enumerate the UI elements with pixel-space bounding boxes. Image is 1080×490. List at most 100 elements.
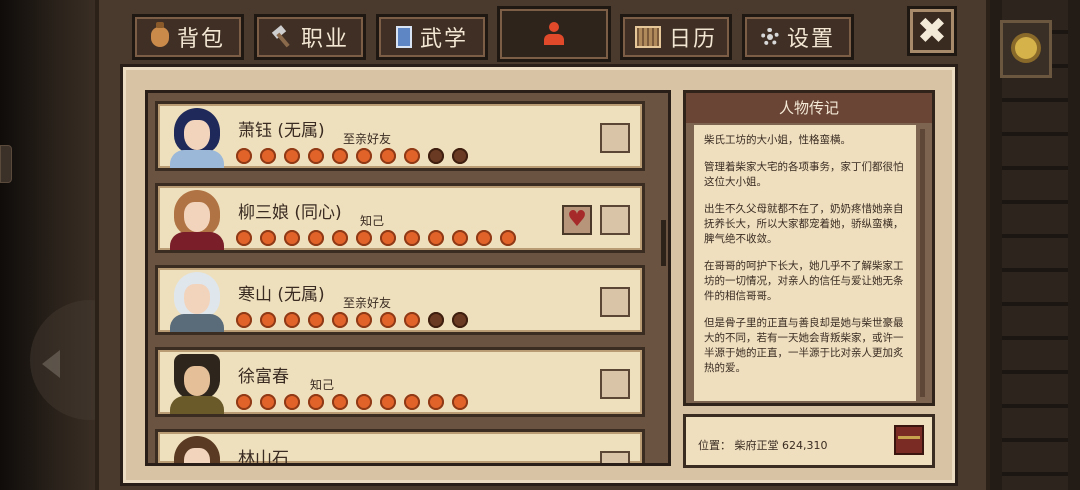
affection-dot-filled xyxy=(284,230,300,246)
affection-dots xyxy=(236,312,468,328)
affection-dot-filled xyxy=(308,312,324,328)
bag-icon xyxy=(150,22,169,47)
bio-scrollbar[interactable] xyxy=(920,129,925,397)
bio-paragraph: 出生不久父母就都不在了，奶奶疼惜她亲自抚养长大，所以大家都宠着她，骄纵蛮横，脾气… xyxy=(704,203,904,245)
affection-dot-empty xyxy=(428,148,444,164)
close-icon: ✖ xyxy=(916,10,948,52)
select-checkbox[interactable] xyxy=(600,369,630,399)
affection-dots xyxy=(236,230,516,246)
tab-bag[interactable]: 背包 xyxy=(132,14,244,60)
affection-dot-filled xyxy=(356,230,372,246)
select-checkbox[interactable] xyxy=(600,205,630,235)
character-name: 林山石 xyxy=(238,449,289,463)
avatar xyxy=(164,104,230,168)
avatar xyxy=(164,432,230,463)
heart-icon: ♥ xyxy=(567,207,587,232)
affection-dot-filled xyxy=(260,312,276,328)
affection-dot-filled xyxy=(308,230,324,246)
select-checkbox[interactable] xyxy=(600,287,630,317)
tab-martial-arts[interactable]: 武学 xyxy=(376,14,488,60)
left-arrow-icon[interactable] xyxy=(42,350,60,378)
relation-label: 至亲好友 xyxy=(343,132,392,146)
tab-label: 设置 xyxy=(786,27,835,52)
affection-dot-filled xyxy=(308,148,324,164)
avatar xyxy=(164,268,230,332)
affection-dot-filled xyxy=(284,394,300,410)
affection-dot-filled xyxy=(332,394,348,410)
affection-dot-filled xyxy=(260,148,276,164)
list-scrollbar[interactable] xyxy=(658,96,668,460)
affection-dot-filled xyxy=(236,230,252,246)
affection-dot-filled xyxy=(452,230,468,246)
affection-dot-filled xyxy=(236,148,252,164)
affection-dot-filled xyxy=(380,394,396,410)
affection-dot-filled xyxy=(404,394,420,410)
person-icon xyxy=(543,22,565,46)
affection-dot-filled xyxy=(428,394,444,410)
affection-dot-filled xyxy=(404,148,420,164)
tab-settings[interactable]: 设置 xyxy=(742,14,854,60)
tab-label: 武学 xyxy=(419,27,468,52)
affection-dot-filled xyxy=(260,394,276,410)
tab-calendar[interactable]: 日历 xyxy=(620,14,732,60)
affection-dots xyxy=(236,148,468,164)
affection-dot-filled xyxy=(332,230,348,246)
affection-dot-filled xyxy=(476,230,492,246)
avatar xyxy=(164,186,230,250)
affection-dot-filled xyxy=(380,230,396,246)
affection-dot-filled xyxy=(428,230,444,246)
affection-dot-filled xyxy=(380,312,396,328)
location-panel: 位置： 柴府正堂 624,310 xyxy=(683,414,935,468)
side-drawer-handle[interactable] xyxy=(0,145,12,183)
bio-paragraph: 管理着柴家大宅的各项事务，家丁们都很怕这位大小姐。 xyxy=(704,161,904,188)
character-name: 萧钰 (无属) xyxy=(238,121,325,141)
select-checkbox[interactable] xyxy=(600,451,630,463)
character-card[interactable]: 寒山 (无属) 至亲好友 xyxy=(155,265,645,335)
character-card[interactable]: 柳三娘 (同心) 知己 ♥ xyxy=(155,183,645,253)
select-checkbox[interactable] xyxy=(600,123,630,153)
affection-dot-filled xyxy=(236,312,252,328)
chest-icon[interactable] xyxy=(894,425,924,455)
relation-label: 至亲好友 xyxy=(343,296,392,310)
location-text: 位置： 柴府正堂 624,310 xyxy=(698,439,828,452)
hammer-icon xyxy=(271,26,293,48)
bio-paragraph: 在哥哥的呵护下长大，她几乎不了解柴家工坊的一切情况，对亲人的信任与爱让她无条件的… xyxy=(704,260,904,302)
biography-text[interactable]: 柴氏工坊的大小姐，性格蛮横。 管理着柴家大宅的各项事务，家丁们都很怕这位大小姐。… xyxy=(694,125,916,401)
close-button[interactable]: ✖ xyxy=(907,6,957,56)
wall-painting xyxy=(1000,20,1052,78)
relation-label: 知己 xyxy=(310,378,335,392)
character-card[interactable]: 林山石 xyxy=(155,429,645,463)
affection-dot-filled xyxy=(284,312,300,328)
affection-dot-filled xyxy=(452,394,468,410)
affection-dot-empty xyxy=(428,312,444,328)
affection-dot-filled xyxy=(332,148,348,164)
character-card[interactable]: 萧钰 (无属) 至亲好友 xyxy=(155,101,645,171)
affection-dot-filled xyxy=(356,148,372,164)
tab-label: 背包 xyxy=(176,27,225,52)
character-card[interactable]: 徐富春 知己 xyxy=(155,347,645,417)
calendar-icon xyxy=(634,26,661,48)
tab-characters[interactable] xyxy=(497,6,611,62)
tab-label: 日历 xyxy=(668,27,717,52)
biography-title: 人物传记 xyxy=(686,93,932,123)
affection-dot-empty xyxy=(452,312,468,328)
tab-profession[interactable]: 职业 xyxy=(254,14,366,60)
bio-paragraph: 但是骨子里的正直与善良却是她与柴世豪最大的不同，若有一天她会背叛柴家，或许一半源… xyxy=(704,317,904,374)
book-icon xyxy=(395,26,412,48)
affection-dot-filled xyxy=(308,394,324,410)
bio-paragraph: 柴氏工坊的大小姐，性格蛮横。 xyxy=(704,134,851,146)
affection-dot-filled xyxy=(404,230,420,246)
affection-dot-filled xyxy=(236,394,252,410)
character-name: 柳三娘 (同心) xyxy=(238,203,342,223)
affection-dot-filled xyxy=(284,148,300,164)
list-scrollbar-thumb[interactable] xyxy=(661,220,666,266)
affection-dot-empty xyxy=(452,148,468,164)
character-name: 徐富春 xyxy=(238,367,289,387)
character-name: 寒山 (无属) xyxy=(238,285,325,305)
affection-dot-filled xyxy=(356,394,372,410)
avatar xyxy=(164,350,230,414)
affection-dots xyxy=(236,394,468,410)
affection-dot-filled xyxy=(404,312,420,328)
heart-button[interactable]: ♥ xyxy=(562,205,592,235)
background-right xyxy=(990,0,1080,490)
